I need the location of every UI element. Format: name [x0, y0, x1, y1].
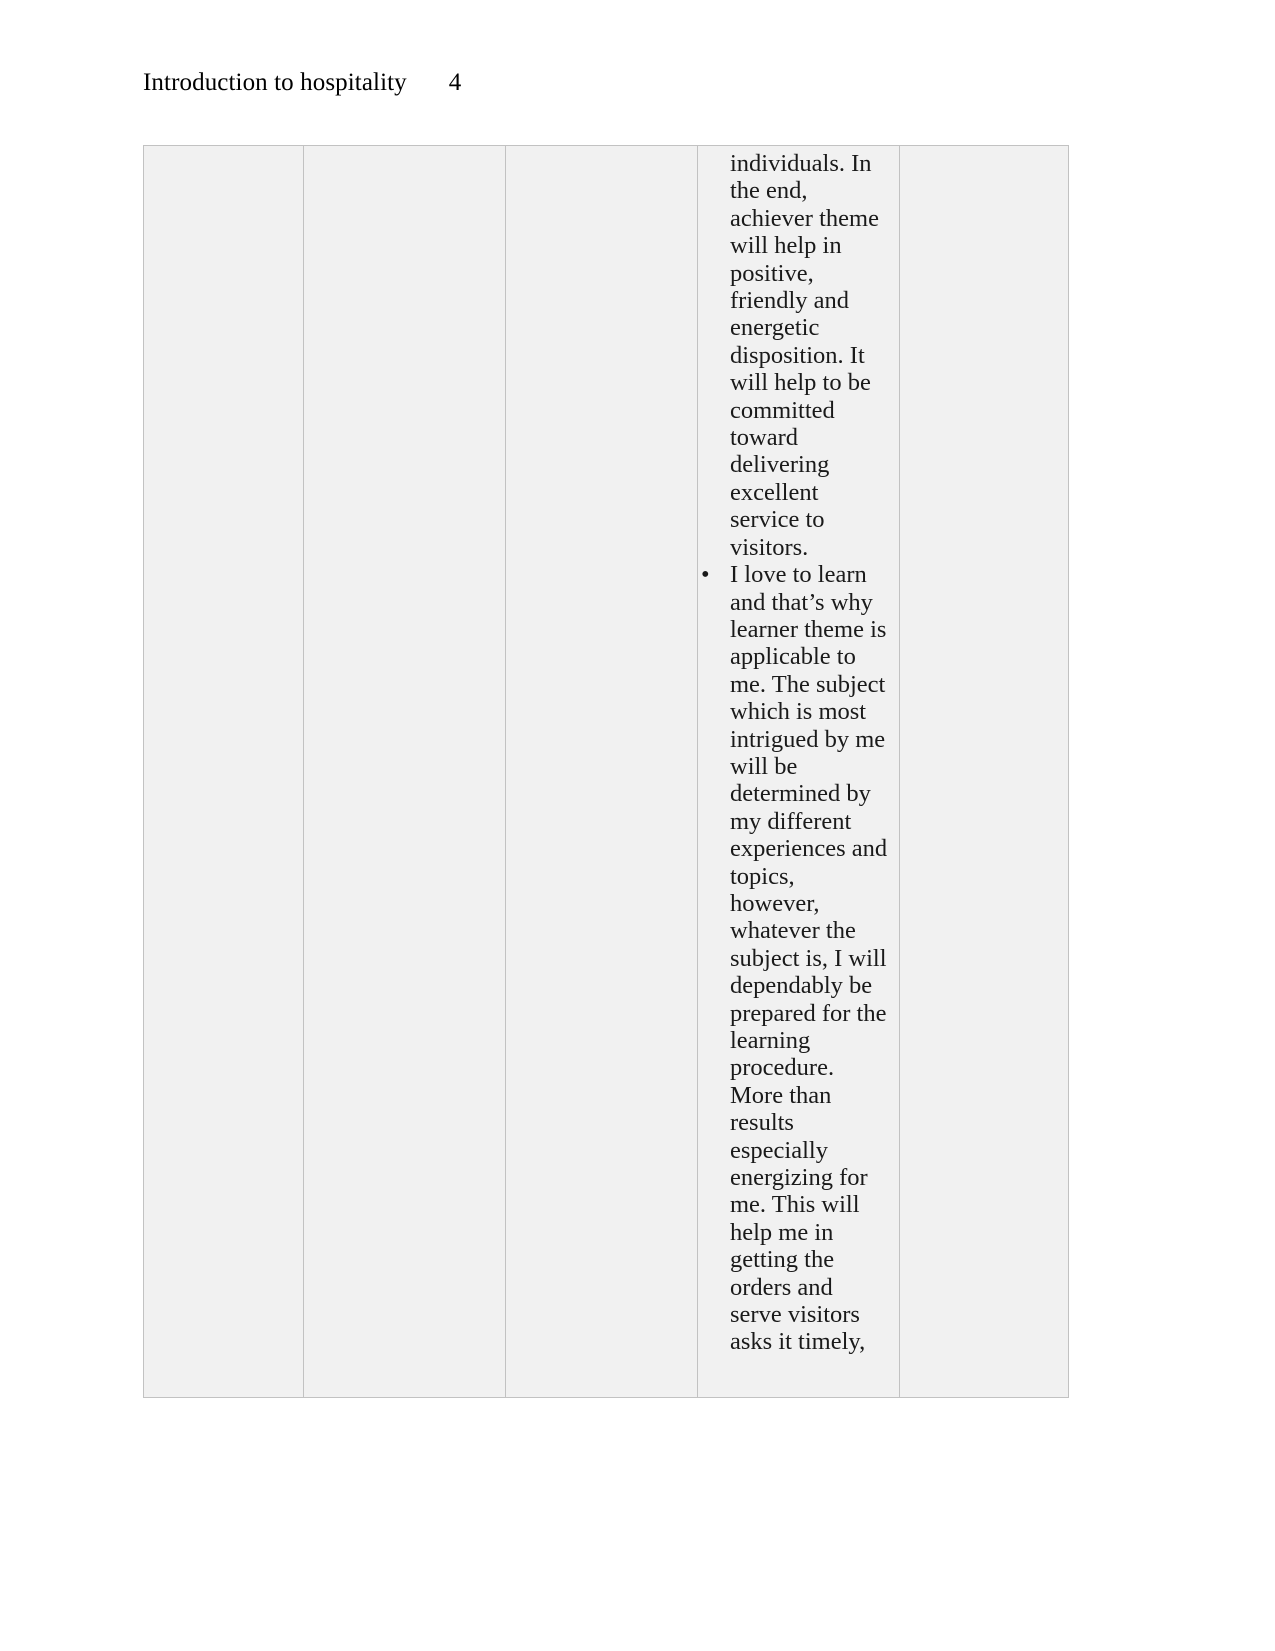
empty-cell-content — [506, 146, 697, 1397]
empty-cell-content — [900, 146, 1068, 1397]
document-page: Introduction to hospitality 4 individual… — [0, 0, 1275, 1651]
text-cell-inner: individuals. In the end, achiever theme … — [698, 146, 899, 1356]
bullet-dot-icon: • — [701, 561, 710, 589]
empty-cell-content — [304, 146, 505, 1397]
running-header: Introduction to hospitality 4 — [143, 68, 1073, 104]
bullet-item-text: I love to learn and that’s why learner t… — [730, 561, 888, 1356]
table-row: individuals. In the end, achiever theme … — [143, 145, 1069, 1398]
header-page-number: 4 — [448, 69, 462, 96]
table-cell-column-2 — [303, 145, 506, 1398]
continued-paragraph: individuals. In the end, achiever theme … — [730, 150, 879, 561]
text-cell-body: individuals. In the end, achiever theme … — [701, 150, 890, 1356]
table-cell-column-3 — [505, 145, 698, 1398]
empty-cell-content — [144, 146, 303, 1397]
table-cell-column-5 — [899, 145, 1069, 1398]
table-cell-column-4-text: individuals. In the end, achiever theme … — [697, 145, 900, 1398]
bullet-list-item: • I love to learn and that’s why learner… — [701, 561, 890, 1356]
content-table: individuals. In the end, achiever theme … — [143, 145, 1069, 1398]
header-document-title: Introduction to hospitality — [143, 69, 407, 96]
table-cell-column-1 — [143, 145, 304, 1398]
